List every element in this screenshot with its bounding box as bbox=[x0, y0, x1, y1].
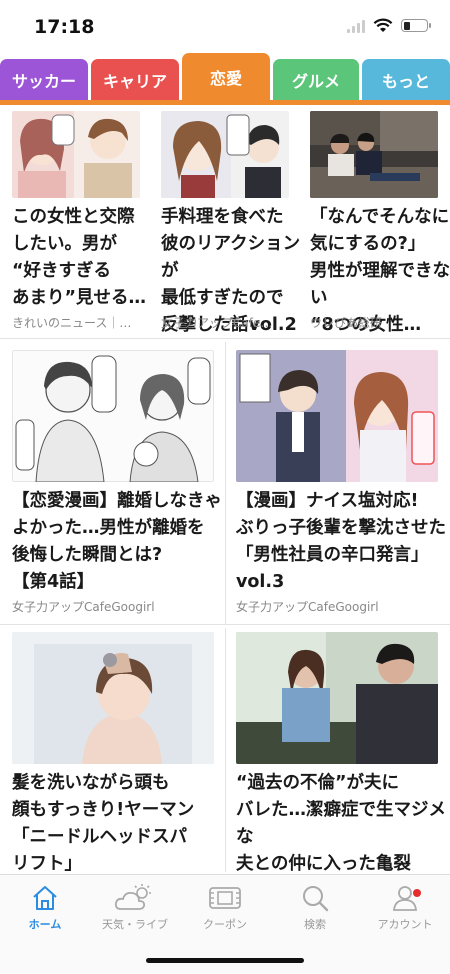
nav-account[interactable]: アカウント bbox=[360, 883, 450, 932]
article-title: 【漫画】ナイス塩対応! ぶりっ子後輩を撃沈させた 「男性社員の辛口発言」 vol… bbox=[236, 491, 446, 592]
nav-account-label: アカウント bbox=[377, 918, 433, 931]
column-divider bbox=[225, 628, 226, 872]
nav-search-label: 検索 bbox=[304, 918, 326, 931]
home-icon bbox=[33, 886, 57, 910]
tab-romance[interactable]: 恋愛 bbox=[182, 53, 270, 101]
nav-weather-label: 天気・ライブ bbox=[102, 918, 168, 931]
status-icons bbox=[347, 18, 431, 33]
nav-weather[interactable]: 天気・ライブ bbox=[90, 883, 180, 932]
battery-icon bbox=[401, 19, 431, 32]
nav-home-label: ホーム bbox=[28, 918, 62, 931]
article-card[interactable]: “過去の不倫”が夫に バレた…潔癖症で生マジメな 夫との仲に入った亀裂 bbox=[236, 632, 446, 874]
article-source: 女子力アップCafe… bbox=[161, 316, 273, 330]
article-thumbnail bbox=[12, 350, 214, 482]
article-thumbnail bbox=[236, 632, 438, 764]
weather-icon bbox=[114, 884, 151, 910]
signal-icon bbox=[347, 19, 365, 33]
article-card[interactable]: 【漫画】ナイス塩対応! ぶりっ子後輩を撃沈させた 「男性社員の辛口発言」 vol… bbox=[236, 350, 446, 616]
article-title: この女性と交際 したい。男が “好きすぎる あまり”見せる… bbox=[12, 207, 147, 308]
article-thumbnail bbox=[236, 350, 438, 482]
tab-career[interactable]: キャリア bbox=[91, 59, 179, 101]
article-thumbnail bbox=[310, 111, 438, 198]
row-divider bbox=[0, 338, 450, 339]
article-thumbnail bbox=[12, 111, 140, 198]
account-icon bbox=[393, 886, 417, 911]
article-source: 女子力アップCafeGoogirl bbox=[12, 600, 155, 614]
article-card[interactable]: この女性と交際 したい。男が “好きすぎる あまり”見せる… きれいのニュース｜… bbox=[12, 111, 146, 331]
article-card[interactable]: 【恋愛漫画】離婚しなきゃ よかった…男性が離婚を 後悔した瞬間とは? 【第4話】… bbox=[12, 350, 222, 616]
tab-more[interactable]: もっと bbox=[362, 59, 450, 101]
article-card[interactable]: 髪を洗いながら頭も 顔もすっきり!ヤーマン 「ニードルヘッドスパ リフト」 bbox=[12, 632, 214, 874]
row-divider bbox=[0, 624, 450, 625]
article-thumbnail bbox=[12, 632, 214, 764]
article-title: 髪を洗いながら頭も 顔もすっきり!ヤーマン 「ニードルヘッドスパ リフト」 bbox=[12, 773, 195, 874]
nav-home[interactable]: ホーム bbox=[0, 883, 90, 932]
column-divider bbox=[225, 342, 226, 624]
article-title: “過去の不倫”が夫に バレた…潔癖症で生マジメな 夫との仲に入った亀裂 bbox=[236, 773, 446, 874]
article-source: きれいのニュース｜… bbox=[12, 316, 132, 330]
nav-coupon[interactable]: クーポン bbox=[180, 883, 270, 932]
status-bar: 17:18 bbox=[0, 0, 450, 56]
nav-coupon-label: クーポン bbox=[203, 918, 247, 931]
nav-search[interactable]: 検索 bbox=[270, 883, 360, 932]
article-thumbnail bbox=[161, 111, 289, 198]
article-source: ウレぴあ総研 bbox=[310, 316, 383, 330]
home-indicator[interactable] bbox=[146, 958, 304, 963]
coupon-icon bbox=[209, 887, 241, 909]
tab-underline bbox=[0, 100, 450, 105]
category-tabs: サッカー キャリア 恋愛 グルメ もっと bbox=[0, 53, 450, 105]
status-time: 17:18 bbox=[34, 16, 95, 38]
article-card[interactable]: 手料理を食べた 彼のリアクションが 最低すぎたので 反撃した話vol.2 女子力… bbox=[161, 111, 300, 335]
wifi-icon bbox=[373, 18, 393, 32]
article-title: 【恋愛漫画】離婚しなきゃ よかった…男性が離婚を 後悔した瞬間とは? 【第4話】 bbox=[12, 491, 222, 592]
article-source: 女子力アップCafeGoogirl bbox=[236, 600, 379, 614]
notification-badge bbox=[413, 889, 421, 897]
tab-gourmet[interactable]: グルメ bbox=[273, 59, 359, 101]
search-icon bbox=[303, 886, 329, 912]
article-card[interactable]: 「なんでそんなに 気にするの?」 男性が理解できない “8つの女性… ウレぴあ総… bbox=[310, 111, 450, 335]
tab-soccer[interactable]: サッカー bbox=[0, 59, 88, 101]
